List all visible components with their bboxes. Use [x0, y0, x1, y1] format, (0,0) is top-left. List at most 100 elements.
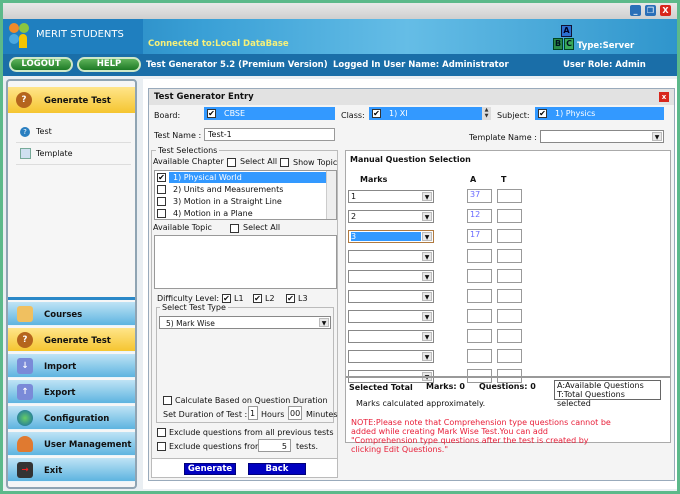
total-selected-input[interactable] [497, 229, 522, 243]
sidebar-item-courses[interactable]: Courses [8, 302, 135, 326]
topic-list[interactable] [154, 235, 337, 289]
chevron-down-icon[interactable]: ▼ [422, 252, 432, 261]
questions-total: Questions: 0 [479, 382, 536, 391]
chapter-item[interactable]: 2) Units and Measurements [173, 185, 283, 194]
class-label: Class: [341, 111, 365, 120]
chapter-item[interactable]: 3) Motion in a Straight Line [173, 197, 282, 206]
sidebar-item-import[interactable]: ↓ Import [8, 354, 135, 378]
close-button[interactable]: X [660, 5, 671, 16]
class-spinner[interactable]: ▲ ▼ [482, 107, 491, 120]
chevron-down-icon[interactable]: ▼ [422, 332, 432, 341]
sidebar-item-label: Courses [44, 310, 83, 320]
test-name-value: Test-1 [208, 130, 232, 139]
test-type-label: Select Test Type [160, 303, 228, 312]
exclude-count-input[interactable]: 5 [258, 439, 291, 452]
total-selected-input[interactable] [497, 309, 522, 323]
marks-select[interactable]: 3 ▼ [348, 230, 434, 243]
board-select[interactable]: ✔ CBSE [204, 107, 335, 120]
logged-in-user: Logged In User Name: Administrator [333, 60, 509, 70]
board-checkbox[interactable]: ✔ [207, 109, 216, 118]
available-count: 17 [467, 229, 492, 243]
marks-select[interactable]: ▼ [348, 270, 434, 283]
sidebar-item-generate-test[interactable]: ? Generate Test [8, 328, 135, 352]
marks-select[interactable]: ▼ [348, 330, 434, 343]
sidebar-subitem-test[interactable]: ? Test [16, 121, 131, 143]
test-type-select[interactable]: 5) Mark Wise ▼ [159, 316, 331, 329]
l2-checkbox[interactable]: ✔ [253, 294, 262, 303]
chapter-checkbox[interactable] [157, 185, 166, 194]
title-bar: _ ❐ X [3, 3, 677, 19]
chevron-down-icon[interactable]: ▼ [422, 352, 432, 361]
sidebar-item-export[interactable]: ↑ Export [8, 380, 135, 404]
help-button[interactable]: HELP [77, 57, 141, 72]
sidebar-item-user-management[interactable]: User Management [8, 432, 135, 456]
chapter-checkbox[interactable]: ✔ [157, 173, 166, 182]
class-checkbox[interactable]: ✔ [372, 109, 381, 118]
exclude-from-checkbox[interactable] [157, 442, 166, 451]
marks-total: Marks: 0 [426, 382, 465, 391]
total-selected-input[interactable] [497, 349, 522, 363]
splitter-handle[interactable] [8, 297, 135, 300]
exclude-from-label: Exclude questions from [169, 442, 263, 451]
total-selected-input[interactable] [497, 269, 522, 283]
chapter-item[interactable]: 1) Physical World [173, 173, 242, 182]
question-icon: ? [16, 92, 32, 108]
test-selections-group: Test Selections Available Chapter Select… [151, 146, 338, 470]
sidebar-item-label: Configuration [44, 414, 110, 424]
chevron-down-icon[interactable]: ▼ [422, 272, 432, 281]
generate-button[interactable]: Generate [184, 463, 236, 475]
test-name-input[interactable]: Test-1 [204, 128, 335, 141]
marks-select[interactable]: ▼ [348, 350, 434, 363]
subject-select[interactable]: ✔ 1) Physics [535, 107, 664, 120]
minutes-input[interactable]: 00 [288, 406, 302, 420]
restore-button[interactable]: ❐ [645, 5, 656, 16]
total-selected-input[interactable] [497, 249, 522, 263]
a-column-header: A [470, 175, 477, 184]
chevron-down-icon[interactable]: ▼ [422, 192, 432, 201]
selected-total-label: Selected Total [349, 383, 413, 392]
logout-button[interactable]: LOGOUT [9, 57, 73, 72]
chapter-select-all-checkbox[interactable] [227, 158, 236, 167]
chevron-down-icon[interactable]: ▼ [422, 212, 432, 221]
l3-checkbox[interactable]: ✔ [286, 294, 295, 303]
marks-select[interactable]: ▼ [348, 310, 434, 323]
subject-checkbox[interactable]: ✔ [538, 109, 547, 118]
marks-select[interactable]: 1 ▼ [348, 190, 434, 203]
template-select[interactable]: ▼ [540, 130, 664, 143]
show-topic-checkbox[interactable] [280, 158, 289, 167]
chevron-down-icon[interactable]: ▼ [422, 232, 432, 241]
chevron-down-icon[interactable]: ▼ [319, 318, 329, 327]
marks-value: 1 [351, 192, 357, 201]
chapter-checkbox[interactable] [157, 197, 166, 206]
topic-select-all-checkbox[interactable] [230, 224, 239, 233]
users-icon [17, 436, 33, 452]
calc-duration-checkbox[interactable] [163, 396, 172, 405]
test-name-label: Test Name : [154, 131, 202, 140]
total-selected-input[interactable] [497, 289, 522, 303]
sidebar-item-label: Exit [44, 466, 63, 476]
sidebar-subitem-template[interactable]: Template [16, 143, 131, 165]
sidebar-item-exit[interactable]: → Exit [8, 458, 135, 482]
l1-checkbox[interactable]: ✔ [222, 294, 231, 303]
chapter-scrollbar[interactable] [326, 171, 336, 219]
chevron-down-icon[interactable]: ▼ [422, 312, 432, 321]
total-selected-input[interactable] [497, 189, 522, 203]
sidebar-item-configuration[interactable]: Configuration [8, 406, 135, 430]
back-button[interactable]: Back [248, 463, 306, 475]
exclude-all-checkbox[interactable] [157, 428, 166, 437]
dialog-close-button[interactable]: x [659, 92, 669, 102]
marks-select[interactable]: ▼ [348, 250, 434, 263]
total-selected-input[interactable] [497, 329, 522, 343]
hours-label: Hours [261, 410, 285, 419]
legend-box: A:Available Questions T:Total Questions … [554, 380, 661, 408]
class-select[interactable]: ✔ 1) XI ▲ ▼ [369, 107, 491, 120]
hours-input[interactable]: 1 [248, 406, 258, 420]
minimize-button[interactable]: _ [630, 5, 641, 16]
chapter-item[interactable]: 4) Motion in a Plane [173, 209, 253, 218]
chapter-checkbox[interactable] [157, 209, 166, 218]
chevron-down-icon[interactable]: ▼ [422, 292, 432, 301]
total-selected-input[interactable] [497, 209, 522, 223]
marks-select[interactable]: ▼ [348, 290, 434, 303]
chevron-down-icon[interactable]: ▼ [652, 132, 662, 141]
marks-select[interactable]: 2 ▼ [348, 210, 434, 223]
